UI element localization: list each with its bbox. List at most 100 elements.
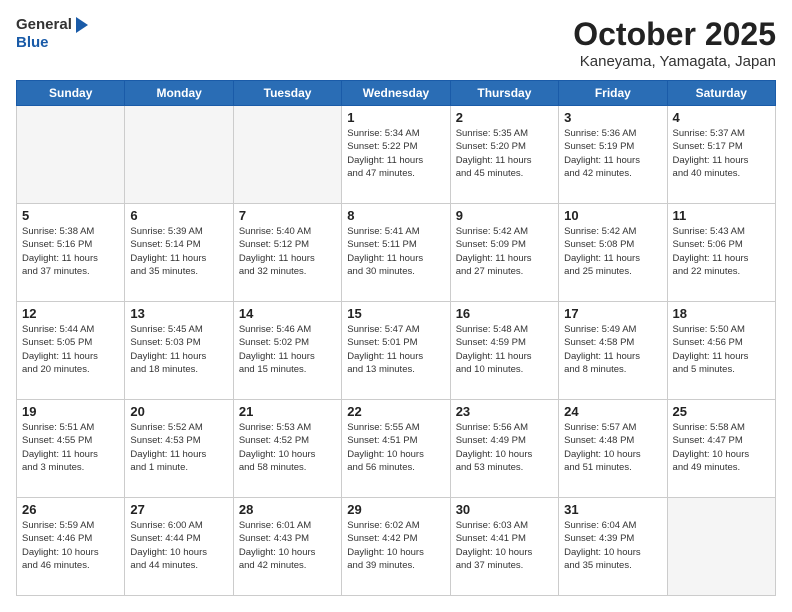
- day-info: Sunrise: 5:57 AMSunset: 4:48 PMDaylight:…: [564, 421, 661, 474]
- day-info: Sunrise: 5:49 AMSunset: 4:58 PMDaylight:…: [564, 323, 661, 376]
- day-info: Sunrise: 5:48 AMSunset: 4:59 PMDaylight:…: [456, 323, 553, 376]
- day-number: 8: [347, 208, 444, 223]
- table-row: 18Sunrise: 5:50 AMSunset: 4:56 PMDayligh…: [667, 302, 775, 400]
- table-row: 20 Sunrise: 5:52 AMSunset: 4:53 PMDayligh…: [125, 400, 233, 498]
- table-row: 8 Sunrise: 5:41 AMSunset: 5:11 PMDaylight…: [342, 204, 450, 302]
- day-info: Sunrise: 5:51 AMSunset: 4:55 PMDaylight:…: [22, 421, 119, 474]
- table-row: 23Sunrise: 5:56 AMSunset: 4:49 PMDayligh…: [450, 400, 558, 498]
- header: General Blue October 2025 Kaneyama, Yama…: [16, 16, 776, 70]
- calendar-table: Sunday Monday Tuesday Wednesday Thursday…: [16, 80, 776, 596]
- page: General Blue October 2025 Kaneyama, Yama…: [0, 0, 792, 612]
- day-number: 12: [22, 306, 119, 321]
- table-row: 22Sunrise: 5:55 AMSunset: 4:51 PMDayligh…: [342, 400, 450, 498]
- col-monday: Monday: [125, 81, 233, 106]
- table-row: 1 Sunrise: 5:34 AMSunset: 5:22 PMDaylight…: [342, 106, 450, 204]
- day-info: Sunrise: 5:36 AMSunset: 5:19 PMDaylight:…: [564, 127, 661, 180]
- day-number: 18: [673, 306, 770, 321]
- calendar-week-row: 12 Sunrise: 5:44 AMSunset: 5:05 PMDayligh…: [17, 302, 776, 400]
- day-number: 25: [673, 404, 770, 419]
- table-row: 30 Sunrise: 6:03 AMSunset: 4:41 PMDayligh…: [450, 498, 558, 596]
- table-row: 21Sunrise: 5:53 AMSunset: 4:52 PMDayligh…: [233, 400, 341, 498]
- table-row: 28Sunrise: 6:01 AMSunset: 4:43 PMDayligh…: [233, 498, 341, 596]
- day-info: Sunrise: 5:43 AMSunset: 5:06 PMDaylight:…: [673, 225, 770, 278]
- day-number: 19: [22, 404, 119, 419]
- day-number: 26: [22, 502, 119, 517]
- day-number: 9: [456, 208, 553, 223]
- day-number: 5: [22, 208, 119, 223]
- day-info: Sunrise: 5:47 AMSunset: 5:01 PMDaylight:…: [347, 323, 444, 376]
- calendar-week-row: 19 Sunrise: 5:51 AMSunset: 4:55 PMDayligh…: [17, 400, 776, 498]
- logo: General Blue: [16, 16, 88, 52]
- day-number: 29: [347, 502, 444, 517]
- day-number: 2: [456, 110, 553, 125]
- day-number: 11: [673, 208, 770, 223]
- title-block: October 2025 Kaneyama, Yamagata, Japan: [573, 16, 776, 70]
- logo-general: General: [16, 16, 72, 34]
- col-friday: Friday: [559, 81, 667, 106]
- day-info: Sunrise: 5:55 AMSunset: 4:51 PMDaylight:…: [347, 421, 444, 474]
- table-row: 27Sunrise: 6:00 AMSunset: 4:44 PMDayligh…: [125, 498, 233, 596]
- table-row: 31Sunrise: 6:04 AMSunset: 4:39 PMDayligh…: [559, 498, 667, 596]
- table-row: 17Sunrise: 5:49 AMSunset: 4:58 PMDayligh…: [559, 302, 667, 400]
- day-info: Sunrise: 5:37 AMSunset: 5:17 PMDaylight:…: [673, 127, 770, 180]
- table-row: [667, 498, 775, 596]
- day-info: Sunrise: 5:41 AMSunset: 5:11 PMDaylight:…: [347, 225, 444, 278]
- day-info: Sunrise: 5:45 AMSunset: 5:03 PMDaylight:…: [130, 323, 227, 376]
- day-info: Sunrise: 5:46 AMSunset: 5:02 PMDaylight:…: [239, 323, 336, 376]
- table-row: 24 Sunrise: 5:57 AMSunset: 4:48 PMDayligh…: [559, 400, 667, 498]
- day-info: Sunrise: 5:39 AMSunset: 5:14 PMDaylight:…: [130, 225, 227, 278]
- calendar-header-row: Sunday Monday Tuesday Wednesday Thursday…: [17, 81, 776, 106]
- calendar-title: October 2025: [573, 16, 776, 53]
- calendar-week-row: 1 Sunrise: 5:34 AMSunset: 5:22 PMDaylight…: [17, 106, 776, 204]
- table-row: 3 Sunrise: 5:36 AMSunset: 5:19 PMDaylight…: [559, 106, 667, 204]
- col-tuesday: Tuesday: [233, 81, 341, 106]
- day-info: Sunrise: 5:34 AMSunset: 5:22 PMDaylight:…: [347, 127, 444, 180]
- day-number: 7: [239, 208, 336, 223]
- day-info: Sunrise: 5:40 AMSunset: 5:12 PMDaylight:…: [239, 225, 336, 278]
- day-number: 23: [456, 404, 553, 419]
- day-number: 20: [130, 404, 227, 419]
- table-row: 4 Sunrise: 5:37 AMSunset: 5:17 PMDaylight…: [667, 106, 775, 204]
- table-row: 15 Sunrise: 5:47 AMSunset: 5:01 PMDayligh…: [342, 302, 450, 400]
- logo-icon: General: [16, 16, 88, 34]
- day-number: 16: [456, 306, 553, 321]
- day-number: 3: [564, 110, 661, 125]
- table-row: 6Sunrise: 5:39 AMSunset: 5:14 PMDaylight…: [125, 204, 233, 302]
- day-info: Sunrise: 6:02 AMSunset: 4:42 PMDaylight:…: [347, 519, 444, 572]
- day-number: 30: [456, 502, 553, 517]
- col-wednesday: Wednesday: [342, 81, 450, 106]
- col-thursday: Thursday: [450, 81, 558, 106]
- table-row: 5 Sunrise: 5:38 AMSunset: 5:16 PMDaylight…: [17, 204, 125, 302]
- table-row: [17, 106, 125, 204]
- day-number: 14: [239, 306, 336, 321]
- calendar-week-row: 26 Sunrise: 5:59 AMSunset: 4:46 PMDayligh…: [17, 498, 776, 596]
- day-number: 15: [347, 306, 444, 321]
- table-row: 2 Sunrise: 5:35 AMSunset: 5:20 PMDaylight…: [450, 106, 558, 204]
- table-row: [233, 106, 341, 204]
- day-number: 28: [239, 502, 336, 517]
- day-number: 10: [564, 208, 661, 223]
- day-info: Sunrise: 6:03 AMSunset: 4:41 PMDaylight:…: [456, 519, 553, 572]
- day-info: Sunrise: 5:44 AMSunset: 5:05 PMDaylight:…: [22, 323, 119, 376]
- table-row: 11 Sunrise: 5:43 AMSunset: 5:06 PMDayligh…: [667, 204, 775, 302]
- table-row: 25 Sunrise: 5:58 AMSunset: 4:47 PMDayligh…: [667, 400, 775, 498]
- day-info: Sunrise: 5:35 AMSunset: 5:20 PMDaylight:…: [456, 127, 553, 180]
- day-info: Sunrise: 5:59 AMSunset: 4:46 PMDaylight:…: [22, 519, 119, 572]
- day-number: 24: [564, 404, 661, 419]
- calendar-week-row: 5 Sunrise: 5:38 AMSunset: 5:16 PMDaylight…: [17, 204, 776, 302]
- calendar-subtitle: Kaneyama, Yamagata, Japan: [573, 53, 776, 70]
- table-row: [125, 106, 233, 204]
- day-info: Sunrise: 5:52 AMSunset: 4:53 PMDaylight:…: [130, 421, 227, 474]
- day-info: Sunrise: 5:58 AMSunset: 4:47 PMDaylight:…: [673, 421, 770, 474]
- day-number: 13: [130, 306, 227, 321]
- day-number: 31: [564, 502, 661, 517]
- day-number: 1: [347, 110, 444, 125]
- table-row: 29 Sunrise: 6:02 AMSunset: 4:42 PMDayligh…: [342, 498, 450, 596]
- day-number: 21: [239, 404, 336, 419]
- day-info: Sunrise: 5:38 AMSunset: 5:16 PMDaylight:…: [22, 225, 119, 278]
- table-row: 26 Sunrise: 5:59 AMSunset: 4:46 PMDayligh…: [17, 498, 125, 596]
- table-row: 19 Sunrise: 5:51 AMSunset: 4:55 PMDayligh…: [17, 400, 125, 498]
- table-row: 7 Sunrise: 5:40 AMSunset: 5:12 PMDaylight…: [233, 204, 341, 302]
- day-number: 4: [673, 110, 770, 125]
- logo-arrow-icon: [76, 17, 88, 33]
